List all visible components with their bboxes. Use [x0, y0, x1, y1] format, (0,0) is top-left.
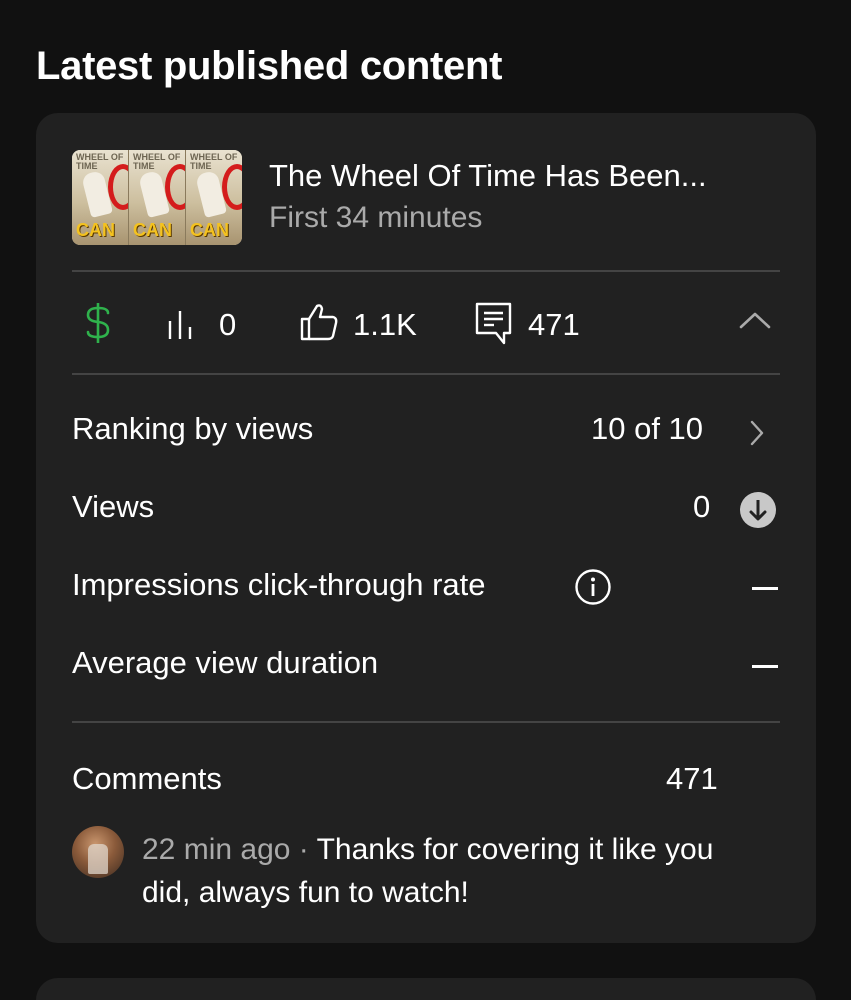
latest-content-card[interactable]: WHEEL OF TIME CAN WHEEL OF TIME CAN WHEE…	[36, 113, 816, 943]
avatar[interactable]	[72, 826, 124, 878]
avd-value	[752, 665, 778, 668]
video-title[interactable]: The Wheel Of Time Has Been...	[269, 158, 707, 194]
comments-count: 471	[666, 761, 718, 796]
chevron-right-icon[interactable]	[749, 419, 765, 452]
divider	[72, 270, 780, 272]
comments-stat-count: 471	[528, 307, 580, 342]
thumbs-up-icon[interactable]	[298, 301, 340, 348]
thumbnail-overlay-text: CAN	[133, 220, 172, 240]
likes-count: 1.1K	[353, 307, 417, 342]
chevron-up-icon[interactable]	[738, 309, 772, 336]
ranking-value: 10 of 10	[591, 411, 704, 446]
dollar-icon[interactable]	[82, 301, 114, 350]
divider	[72, 721, 780, 723]
video-subtitle: First 34 minutes	[269, 201, 483, 234]
section-title: Latest published content	[36, 44, 503, 88]
bar-chart-icon[interactable]	[166, 307, 200, 346]
latest-comment[interactable]: 22 min ago · Thanks for covering it like…	[142, 828, 762, 914]
divider	[72, 373, 780, 375]
comment-separator: ·	[290, 833, 317, 866]
thumbnail-panel: WHEEL OF TIME CAN	[72, 150, 129, 245]
stats-row: 0 1.1K 471	[36, 301, 816, 353]
thumbnail-overlay-text: CAN	[76, 220, 115, 240]
video-thumbnail[interactable]: WHEEL OF TIME CAN WHEEL OF TIME CAN WHEE…	[72, 150, 242, 245]
comments-label[interactable]: Comments	[72, 761, 222, 797]
views-value: 0	[693, 489, 711, 524]
thumbnail-panel: WHEEL OF TIME CAN	[186, 150, 242, 245]
ctr-value	[752, 587, 778, 590]
thumbnail-panel: WHEEL OF TIME CAN	[129, 150, 186, 245]
ranking-label: Ranking by views	[72, 411, 314, 446]
arrow-down-circle-icon	[739, 491, 777, 534]
ctr-label: Impressions click-through rate	[72, 567, 486, 602]
comment-time: 22 min ago	[142, 833, 291, 866]
views-count: 0	[219, 307, 237, 342]
views-label: Views	[72, 489, 155, 524]
comment-icon[interactable]	[474, 301, 514, 352]
info-icon[interactable]	[574, 568, 612, 611]
next-card	[36, 978, 816, 1000]
thumbnail-overlay-text: CAN	[190, 220, 229, 240]
analytics-page: Latest published content WHEEL OF TIME C…	[0, 0, 851, 1000]
avd-label: Average view duration	[72, 645, 379, 680]
